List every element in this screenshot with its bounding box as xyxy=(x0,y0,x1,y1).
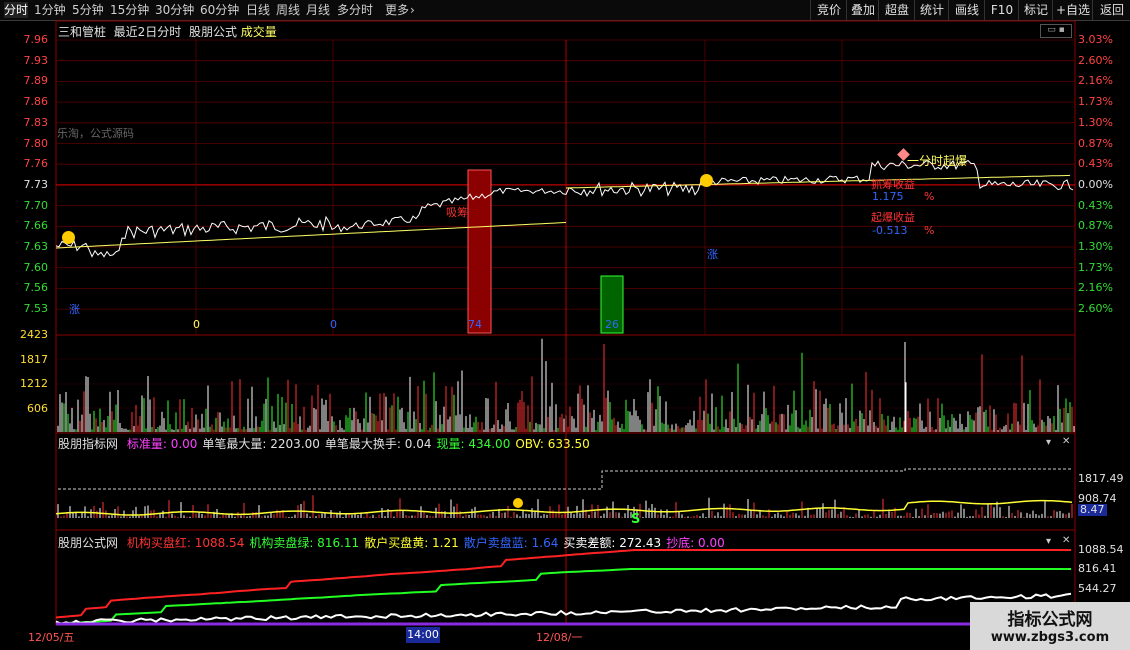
chevron-down-icon[interactable]: ▾ xyxy=(1046,437,1051,448)
price-tick-13: 7.53 xyxy=(23,302,49,316)
indicator1-item-1: 单笔最大量: 2203.00 xyxy=(202,437,320,451)
xichou-bar xyxy=(467,169,492,334)
main-panel-title: 三和管桩 最近2日分时 股朋公式 成交量 xyxy=(58,23,277,40)
pct-tick-6: 0.43% xyxy=(1078,157,1113,171)
annotation-num-0b: 0 xyxy=(330,318,337,331)
ind2-tick-0: 1088.54 xyxy=(1078,543,1124,556)
indicator1-header: 股朋指标网 标准量: 0.00 单笔最大量: 2203.00 单笔最大换手: 0.0… xyxy=(58,435,590,452)
formula-label: 股朋公式 xyxy=(188,25,237,39)
price-tick-1: 7.93 xyxy=(23,53,49,67)
price-tick-3: 7.86 xyxy=(23,95,49,109)
pct-tick-10: 1.30% xyxy=(1078,240,1113,253)
price-tick-6: 7.76 xyxy=(23,157,49,171)
ind2-tick-1: 816.41 xyxy=(1078,562,1117,575)
indicator1-item-4: OBV: 633.50 xyxy=(515,437,590,451)
price-tick-12: 7.56 xyxy=(23,281,49,295)
buy-profit-value: 1.175 xyxy=(872,190,904,203)
chart-canvas xyxy=(55,20,1076,626)
indicator2-item-4: 买卖差额: 272.43 xyxy=(563,536,662,550)
vol-tick-1: 1817 xyxy=(20,352,48,366)
price-tick-4: 7.83 xyxy=(23,115,49,129)
site-name: 指标公式网 xyxy=(1007,610,1093,630)
price-tick-8: 7.70 xyxy=(23,198,49,212)
panel-control-icon[interactable]: ▭ ▪ xyxy=(1040,24,1072,38)
ind1-tick-2: 8.47 xyxy=(1078,503,1107,516)
date-label-1: 12/05/五 xyxy=(28,631,75,644)
indicator1-item-2: 单笔最大换手: 0.04 xyxy=(324,437,432,451)
indicator1-item-3: 现量: 434.00 xyxy=(436,437,511,451)
close-icon[interactable]: ✕ xyxy=(1062,436,1070,447)
pct-tick-11: 1.73% xyxy=(1078,260,1113,274)
time-cursor-label: 14:00 xyxy=(406,627,440,643)
annotation-num-26: 26 xyxy=(605,318,619,331)
close-icon[interactable]: ✕ xyxy=(1062,535,1070,546)
watermark-text: 乐淘，公式源码 xyxy=(57,127,134,140)
pct-tick-2: 2.16% xyxy=(1078,74,1113,88)
smiley-icon xyxy=(700,174,713,187)
pct-tick-4: 1.30% xyxy=(1078,115,1113,129)
annotation-xichou: 吸筹 xyxy=(446,206,468,219)
indicator2-header: 股朋公式网 机构买盘红: 1088.54 机构卖盘绿: 816.11 散户买盘黄: … xyxy=(58,534,725,551)
date-label-2: 12/08/一 xyxy=(536,631,583,644)
pct-tick-9: 0.87% xyxy=(1078,219,1113,233)
volume-label: 成交量 xyxy=(240,25,277,39)
price-tick-9: 7.66 xyxy=(23,219,49,233)
pct-tick-0: 3.03% xyxy=(1078,33,1113,46)
ind2-tick-2: 544.27 xyxy=(1078,582,1117,595)
annotation-boom-flag: 一分时起爆 xyxy=(907,154,968,168)
site-watermark: 指标公式网 www.zbgs3.com xyxy=(970,602,1130,650)
pct-tick-1: 2.60% xyxy=(1078,53,1113,67)
price-tick-11: 7.60 xyxy=(23,260,49,274)
boom-profit-label: 起爆收益 xyxy=(871,211,915,224)
period-label: 最近2日分时 xyxy=(113,25,182,39)
ind2-green-line xyxy=(55,568,1071,625)
price-tick-7: 7.73 xyxy=(23,177,49,191)
price-line xyxy=(55,159,1074,258)
indicator2-item-1: 机构卖盘绿: 816.11 xyxy=(249,536,360,550)
price-tick-10: 7.63 xyxy=(23,240,49,253)
indicator1-item-0: 标准量: 0.00 xyxy=(126,437,198,451)
pct-tick-7: 0.00% xyxy=(1078,177,1113,191)
indicator2-item-0: 机构买盘红: 1088.54 xyxy=(126,536,245,550)
indicator2-item-5: 抄底: 0.00 xyxy=(666,536,725,550)
annotation-zhang-1: 涨 xyxy=(69,303,80,316)
boom-profit-value: -0.513 xyxy=(872,224,908,237)
ind1-tick-0: 1817.49 xyxy=(1078,472,1124,485)
pct-tick-12: 2.16% xyxy=(1078,281,1113,295)
annotation-zhang-2: 涨 xyxy=(707,248,718,261)
vol-tick-3: 606 xyxy=(27,401,48,415)
ind2-white-line xyxy=(55,592,1072,625)
buy-profit-pct: % xyxy=(924,190,935,203)
site-url: www.zbgs3.com xyxy=(990,630,1110,645)
stock-name: 三和管桩 xyxy=(58,25,107,39)
pct-tick-3: 1.73% xyxy=(1078,95,1113,109)
indicator2-item-2: 散户买盘黄: 1.21 xyxy=(364,536,459,550)
signal-s-mark: S xyxy=(631,512,641,527)
indicator2-name: 股朋公式网 xyxy=(58,536,119,550)
pct-tick-5: 0.87% xyxy=(1078,136,1113,150)
price-tick-0: 7.96 xyxy=(23,33,49,46)
pct-tick-13: 2.60% xyxy=(1078,302,1113,316)
pct-tick-8: 0.43% xyxy=(1078,198,1113,212)
coin-icon xyxy=(513,498,523,508)
indicator2-item-3: 散户卖盘蓝: 1.64 xyxy=(463,536,559,550)
vol-tick-2: 1212 xyxy=(20,377,48,390)
price-tick-5: 7.80 xyxy=(23,136,49,150)
price-tick-2: 7.89 xyxy=(23,74,49,88)
boom-profit-pct: % xyxy=(924,224,935,237)
vol-tick-0: 2423 xyxy=(20,328,48,341)
chevron-down-icon[interactable]: ▾ xyxy=(1046,536,1051,547)
annotation-num-74: 74 xyxy=(468,318,482,331)
indicator1-name: 股朋指标网 xyxy=(58,437,119,451)
smiley-icon xyxy=(62,231,75,244)
annotation-num-0a: 0 xyxy=(193,318,200,331)
ind2-red-line xyxy=(55,549,1071,619)
